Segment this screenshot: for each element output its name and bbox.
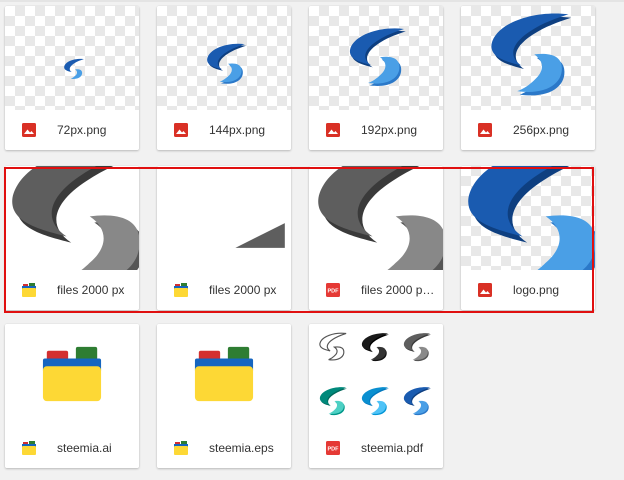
steemia-logo xyxy=(64,58,84,79)
file-footer: 72px.png xyxy=(5,110,139,150)
file-footer: steemia.eps xyxy=(157,428,291,468)
file-name: steemia.eps xyxy=(209,441,274,455)
steemia-logo-grey xyxy=(12,166,139,270)
file-card-steemia-pdf[interactable]: PDF steemia.pdf xyxy=(309,324,443,468)
folder-file-icon xyxy=(22,283,36,297)
file-name: steemia.pdf xyxy=(361,441,424,455)
logo-variant-blue xyxy=(403,387,431,416)
folder-file-icon xyxy=(174,283,188,297)
logo-variant-outline xyxy=(319,332,347,361)
pdf-icon-label: PDF xyxy=(328,447,340,453)
logo-variant-black xyxy=(361,333,389,362)
file-thumbnail xyxy=(309,6,443,110)
steemia-logo xyxy=(349,28,406,86)
file-card-files-2000px-folder-2[interactable]: files 2000 px xyxy=(157,166,291,310)
file-name: 192px.png xyxy=(361,123,418,137)
image-file-icon xyxy=(174,123,188,137)
file-footer: steemia.ai xyxy=(5,428,139,468)
file-name: files 2000 px xyxy=(209,283,277,297)
file-name: 144px.png xyxy=(209,123,266,137)
file-card-192px[interactable]: 192px.png xyxy=(309,6,443,150)
file-footer: logo.png xyxy=(461,270,595,310)
file-card-144px[interactable]: 144px.png xyxy=(157,6,291,150)
top-edge xyxy=(0,0,624,2)
file-thumbnail xyxy=(309,166,443,270)
file-card-steemia-ai[interactable]: steemia.ai xyxy=(5,324,139,468)
folder-icon xyxy=(42,346,102,402)
file-thumbnail xyxy=(309,324,443,428)
file-footer: 192px.png xyxy=(309,110,443,150)
file-card-72px[interactable]: 72px.png xyxy=(5,6,139,150)
logo-variant-grey xyxy=(403,333,431,362)
folder-file-icon xyxy=(22,441,36,455)
folder-file-icon xyxy=(174,441,188,455)
pdf-file-icon: PDF xyxy=(326,283,340,297)
file-thumbnail xyxy=(5,6,139,110)
file-thumbnail xyxy=(157,6,291,110)
file-footer: files 2000 px xyxy=(5,270,139,310)
file-name: logo.png xyxy=(513,283,560,297)
file-footer: 144px.png xyxy=(157,110,291,150)
steemia-logo-grey-partial xyxy=(235,223,285,248)
steemia-logo-grey xyxy=(318,166,443,270)
steemia-logo xyxy=(207,43,247,84)
logo-variant-cyan xyxy=(361,387,389,416)
file-name: 72px.png xyxy=(57,123,107,137)
file-thumbnail xyxy=(157,324,291,428)
image-file-icon xyxy=(478,283,492,297)
logo-variant-teal xyxy=(319,387,347,416)
pdf-file-icon: PDF xyxy=(326,441,340,455)
file-footer: files 2000 px xyxy=(157,270,291,310)
steemia-logo xyxy=(491,13,572,96)
file-name: 256px.png xyxy=(513,123,570,137)
file-thumbnail xyxy=(5,324,139,428)
file-thumbnail xyxy=(157,166,291,270)
file-footer: PDF files 2000 px.pdf xyxy=(309,270,443,310)
image-file-icon xyxy=(478,123,492,137)
file-name: steemia.ai xyxy=(57,441,112,455)
folder-icon xyxy=(194,346,254,402)
file-card-files-2000px-pdf[interactable]: PDF files 2000 px.pdf xyxy=(309,166,443,310)
steemia-logo xyxy=(468,166,595,270)
file-footer: PDF steemia.pdf xyxy=(309,428,443,468)
file-card-steemia-eps[interactable]: steemia.eps xyxy=(157,324,291,468)
file-name: files 2000 px.pdf xyxy=(361,283,437,297)
file-name: files 2000 px xyxy=(57,283,125,297)
file-thumbnail xyxy=(461,6,595,110)
file-card-files-2000px-folder-1[interactable]: files 2000 px xyxy=(5,166,139,310)
file-card-256px[interactable]: 256px.png xyxy=(461,6,595,150)
image-file-icon xyxy=(22,123,36,137)
file-thumbnail xyxy=(461,166,595,270)
pdf-icon-label: PDF xyxy=(328,289,340,295)
file-card-logo-png[interactable]: logo.png xyxy=(461,166,595,310)
image-file-icon xyxy=(326,123,340,137)
file-thumbnail xyxy=(5,166,139,270)
file-footer: 256px.png xyxy=(461,110,595,150)
